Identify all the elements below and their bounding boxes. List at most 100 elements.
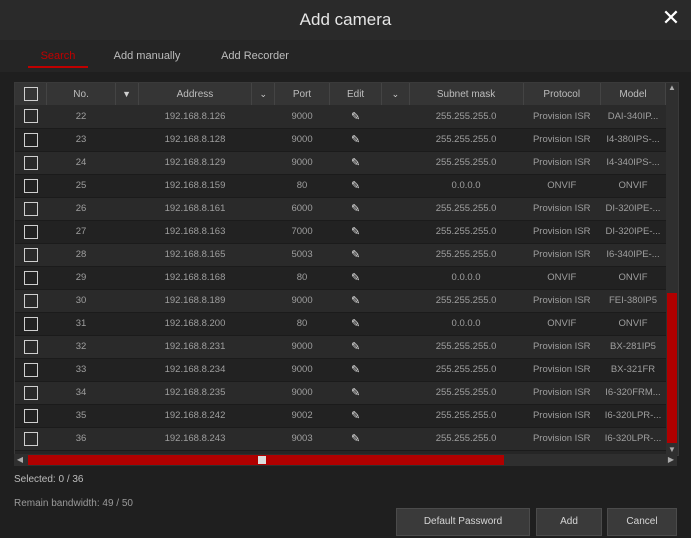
table-row[interactable]: 32 192.168.8.231 9000 ✎ 255.255.255.0 Provisi… [15,335,666,359]
chevron-down-icon[interactable]: ⌄ [381,83,410,105]
scroll-up-icon[interactable]: ▲ [666,83,678,93]
row-checkbox[interactable] [23,178,38,193]
table-row[interactable]: 34 192.168.8.235 9000 ✎ 255.255.255.0 Provisi… [15,381,666,405]
row-checkbox[interactable] [23,316,38,331]
cell-edit[interactable]: ✎ [329,243,382,267]
row-select-cell[interactable] [15,312,47,336]
cell-edit[interactable]: ✎ [329,105,382,129]
edit-icon[interactable]: ✎ [351,341,360,353]
table-row[interactable]: 29 192.168.8.168 80 ✎ 0.0.0.0 ONVIF ONVIF [15,266,666,290]
row-checkbox[interactable] [23,155,38,170]
row-select-cell[interactable] [15,381,47,405]
row-checkbox[interactable] [23,408,38,423]
scroll-grip-icon[interactable] [258,456,266,464]
row-checkbox[interactable] [23,431,38,446]
edit-icon[interactable]: ✎ [351,157,360,169]
row-select-cell[interactable] [15,128,47,152]
edit-icon[interactable]: ✎ [351,272,360,284]
column-header-no[interactable]: No. [46,83,116,105]
vertical-scroll-thumb[interactable] [667,293,677,443]
row-select-cell[interactable] [15,151,47,175]
cell-edit[interactable]: ✎ [329,312,382,336]
select-all-header[interactable] [15,83,48,105]
cell-edit[interactable]: ✎ [329,289,382,313]
cell-edit[interactable]: ✎ [329,404,382,428]
table-row[interactable]: 23 192.168.8.128 9000 ✎ 255.255.255.0 Provisi… [15,128,666,152]
edit-icon[interactable]: ✎ [351,433,360,445]
scroll-right-icon[interactable]: ▶ [665,454,677,466]
row-select-cell[interactable] [15,427,47,451]
row-select-cell[interactable] [15,243,47,267]
horizontal-scrollbar[interactable]: ◀ ▶ [14,454,677,466]
row-select-cell[interactable] [15,335,47,359]
column-header-subnet-mask[interactable]: Subnet mask [409,83,524,105]
add-button[interactable]: Add [536,508,602,536]
table-row[interactable]: 24 192.168.8.129 9000 ✎ 255.255.255.0 Provisi… [15,151,666,175]
chevron-down-icon[interactable]: ⌄ [251,83,276,105]
row-select-cell[interactable] [15,404,47,428]
table-row[interactable]: 33 192.168.8.234 9000 ✎ 255.255.255.0 Provisi… [15,358,666,382]
row-checkbox[interactable] [23,270,38,285]
cell-edit[interactable]: ✎ [329,174,382,198]
row-select-cell[interactable] [15,289,47,313]
row-checkbox[interactable] [23,224,38,239]
row-select-cell[interactable] [15,358,47,382]
table-row[interactable]: 30 192.168.8.189 9000 ✎ 255.255.255.0 Provisi… [15,289,666,313]
row-select-cell[interactable] [15,197,47,221]
edit-icon[interactable]: ✎ [351,180,360,192]
row-checkbox[interactable] [23,339,38,354]
edit-icon[interactable]: ✎ [351,134,360,146]
table-row[interactable]: 35 192.168.8.242 9002 ✎ 255.255.255.0 Provisi… [15,404,666,428]
edit-icon[interactable]: ✎ [351,111,360,123]
row-checkbox[interactable] [23,247,38,262]
edit-icon[interactable]: ✎ [351,410,360,422]
column-header-edit[interactable]: Edit [329,83,383,105]
cancel-button[interactable]: Cancel [607,508,677,536]
row-checkbox[interactable] [23,362,38,377]
column-header-port[interactable]: Port [274,83,330,105]
table-row[interactable]: 36 192.168.8.243 9003 ✎ 255.255.255.0 Provisi… [15,427,666,451]
table-row[interactable]: 31 192.168.8.200 80 ✎ 0.0.0.0 ONVIF ONVIF [15,312,666,336]
cell-edit[interactable]: ✎ [329,151,382,175]
select-all-checkbox[interactable] [23,87,38,101]
edit-icon[interactable]: ✎ [351,249,360,261]
edit-icon[interactable]: ✎ [351,387,360,399]
column-header-protocol[interactable]: Protocol [523,83,601,105]
table-row[interactable]: 27 192.168.8.163 7000 ✎ 255.255.255.0 Provisi… [15,220,666,244]
table-row[interactable]: 28 192.168.8.165 5003 ✎ 255.255.255.0 Provisi… [15,243,666,267]
column-header-model[interactable]: Model [600,83,667,105]
edit-icon[interactable]: ✎ [351,203,360,215]
row-select-cell[interactable] [15,174,47,198]
horizontal-scroll-thumb[interactable] [28,455,504,465]
tab-search[interactable]: Search [28,46,88,68]
edit-icon[interactable]: ✎ [351,295,360,307]
row-checkbox[interactable] [23,385,38,400]
column-header-address[interactable]: Address [138,83,253,105]
close-icon[interactable]: ✕ [659,6,683,30]
row-checkbox[interactable] [23,132,38,147]
row-select-cell[interactable] [15,266,47,290]
row-checkbox[interactable] [23,109,38,124]
cell-edit[interactable]: ✎ [329,197,382,221]
cell-edit[interactable]: ✎ [329,335,382,359]
cell-edit[interactable]: ✎ [329,220,382,244]
table-row[interactable]: 25 192.168.8.159 80 ✎ 0.0.0.0 ONVIF ONVIF [15,174,666,198]
cell-edit[interactable]: ✎ [329,128,382,152]
sort-icon[interactable]: ▼ [115,83,139,105]
row-select-cell[interactable] [15,105,47,129]
row-checkbox[interactable] [23,293,38,308]
default-password-button[interactable]: Default Password [396,508,530,536]
tab-add-recorder[interactable]: Add Recorder [214,46,296,66]
scroll-left-icon[interactable]: ◀ [14,454,26,466]
vertical-scrollbar[interactable]: ▲ ▼ [666,83,678,455]
cell-edit[interactable]: ✎ [329,358,382,382]
cell-edit[interactable]: ✎ [329,427,382,451]
edit-icon[interactable]: ✎ [351,318,360,330]
cell-edit[interactable]: ✎ [329,381,382,405]
tab-add-manually[interactable]: Add manually [112,46,182,66]
cell-edit[interactable]: ✎ [329,266,382,290]
row-checkbox[interactable] [23,201,38,216]
edit-icon[interactable]: ✎ [351,364,360,376]
table-row[interactable]: 22 192.168.8.126 9000 ✎ 255.255.255.0 Provisi… [15,105,666,129]
edit-icon[interactable]: ✎ [351,226,360,238]
